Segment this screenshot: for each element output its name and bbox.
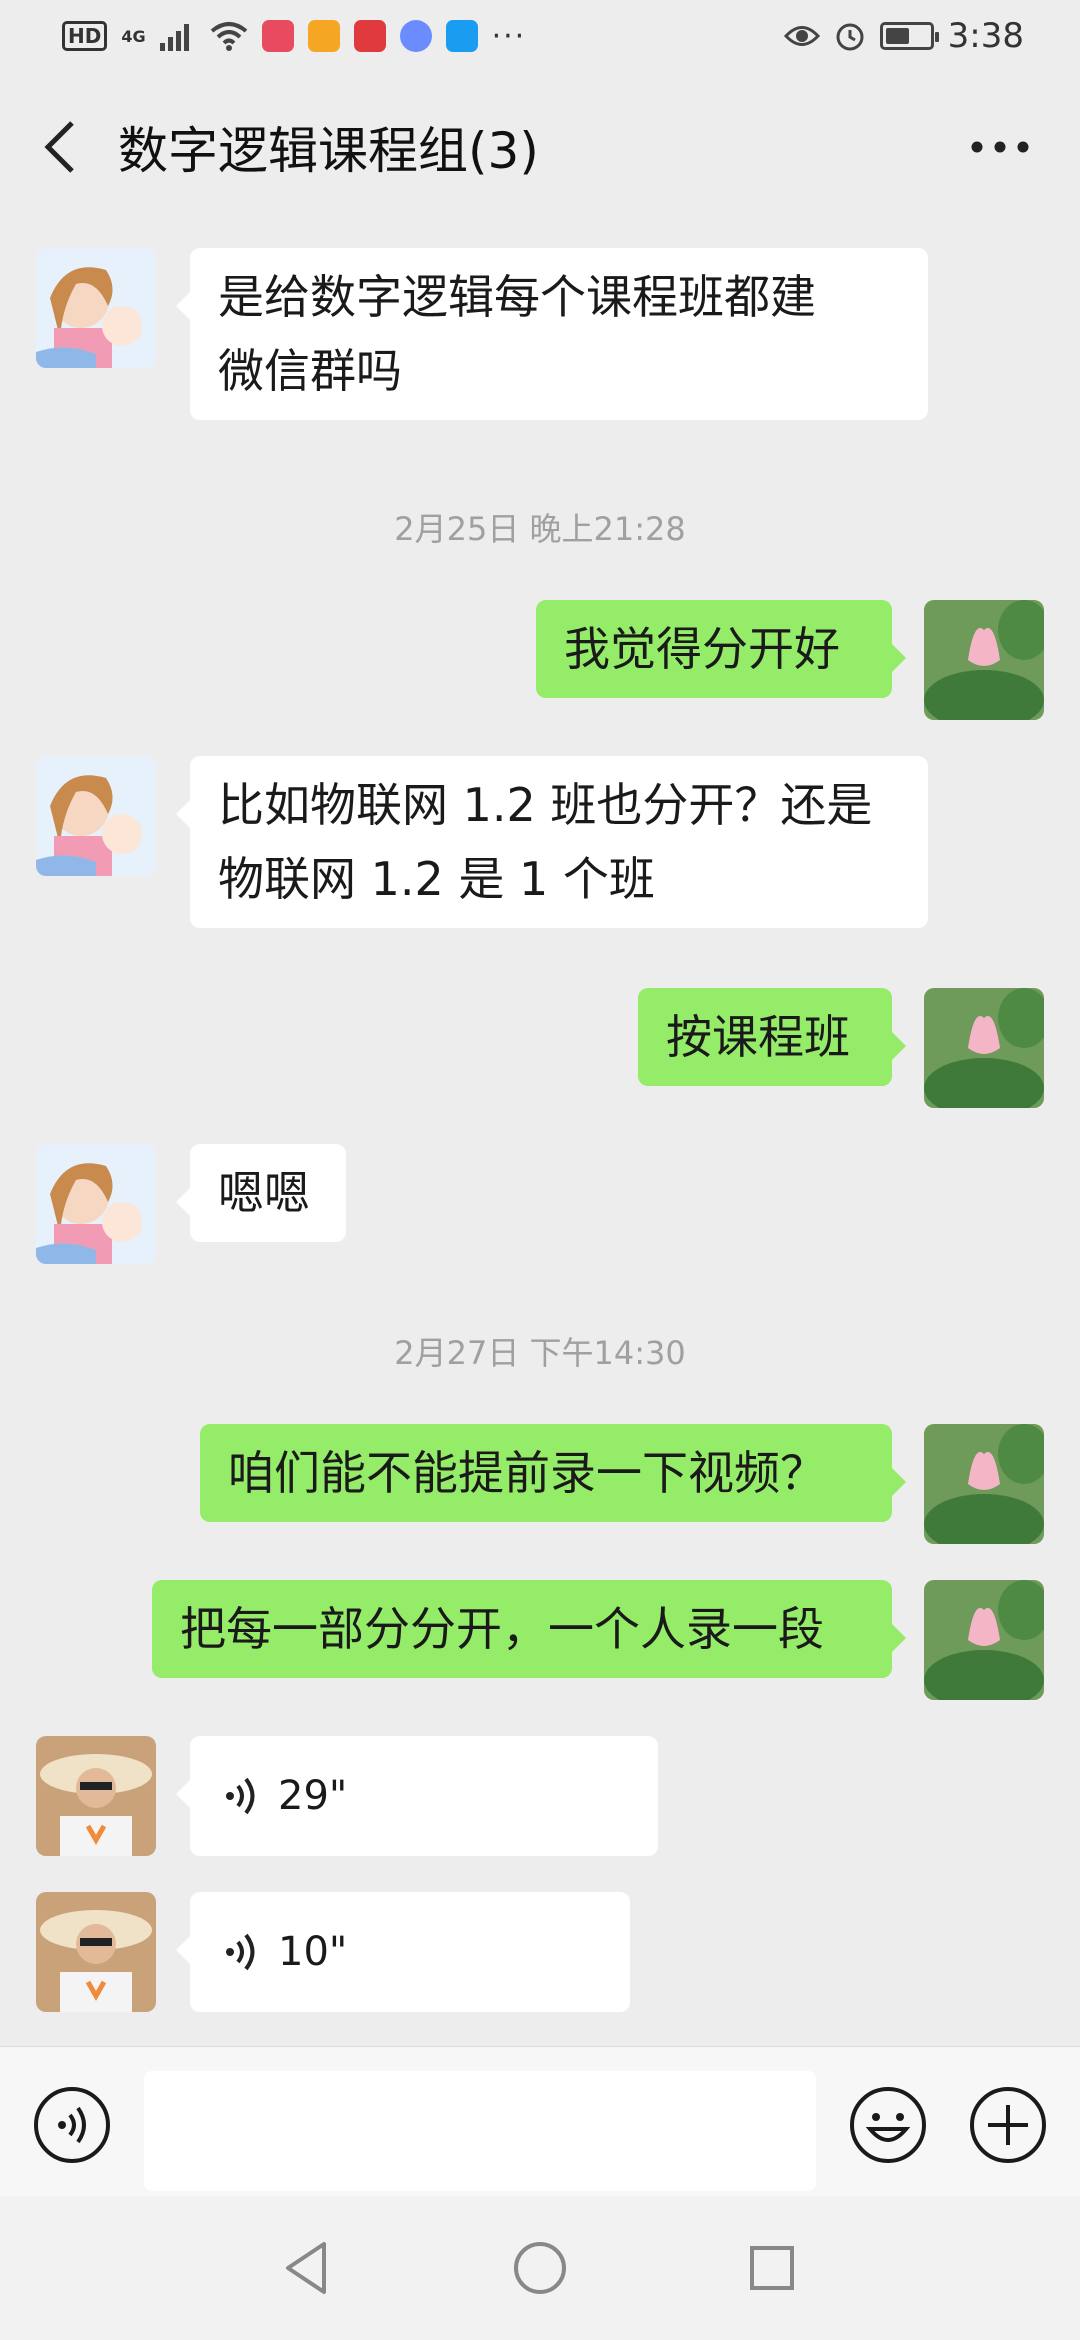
girl-cartoon-avatar[interactable] <box>36 1144 156 1264</box>
chat-header: 数字逻辑课程组(3) <box>0 72 1080 222</box>
girl-cartoon-avatar[interactable] <box>36 756 156 876</box>
message-line: 比如物联网 1.2 班也分开？还是 <box>218 778 873 832</box>
timestamp: 2月25日 晚上21:28 <box>394 510 686 548</box>
battery-level <box>885 28 909 44</box>
alarm-icon <box>836 23 864 51</box>
message-bubble[interactable]: 嗯嗯 <box>176 1144 346 1242</box>
message-line: 是给数字逻辑每个课程班都建 <box>218 270 816 324</box>
chevron-left-icon[interactable] <box>20 107 100 187</box>
timestamp: 2月27日 下午14:30 <box>394 1334 686 1372</box>
eye-icon <box>783 26 820 46</box>
message-line: 我觉得分开好 <box>564 622 840 676</box>
more-notifications: ··· <box>491 18 527 54</box>
voice-input-icon[interactable] <box>32 2085 112 2165</box>
voice-wave-icon <box>218 1930 262 1974</box>
hd-indicator: HD <box>62 21 108 51</box>
status-bar: HD 4G ··· 3:38 <box>0 0 1080 72</box>
voice-message-bubble[interactable]: 29" <box>176 1736 658 1856</box>
system-nav-bar <box>0 2196 1080 2340</box>
dingtalk-icon <box>445 20 478 52</box>
calendar-app-icon <box>261 20 294 52</box>
woman-hat-avatar[interactable] <box>36 1736 156 1856</box>
clock: 3:38 <box>947 16 1024 56</box>
message-list[interactable]: 是给数字逻辑每个课程班都建 微信群吗 2月25日 晚上21:28 我觉得分开好 … <box>0 222 1080 2046</box>
lotus-avatar[interactable] <box>924 600 1044 720</box>
message-bubble[interactable]: 把每一部分分开，一个人录一段 <box>152 1580 906 1678</box>
voice-message-bubble[interactable]: 10" <box>176 1892 630 2012</box>
voice-wave-icon <box>218 1774 262 1818</box>
lotus-avatar[interactable] <box>924 1580 1044 1700</box>
message-bubble[interactable]: 咱们能不能提前录一下视频？ <box>200 1424 906 1522</box>
emoji-icon[interactable] <box>848 2085 928 2165</box>
music-app-icon <box>399 20 432 52</box>
battery-icon <box>879 22 939 50</box>
nav-back-icon[interactable] <box>276 2236 340 2300</box>
nav-home-icon[interactable] <box>508 2236 572 2300</box>
woman-hat-avatar[interactable] <box>36 1892 156 2012</box>
status-right: 3:38 <box>783 16 1024 56</box>
message-bubble[interactable]: 按课程班 <box>638 988 906 1086</box>
voice-duration: 29" <box>278 1773 348 1819</box>
voice-duration: 10" <box>278 1929 348 1975</box>
chat-title: 数字逻辑课程组(3) <box>118 122 539 180</box>
message-line: 把每一部分分开，一个人录一段 <box>180 1602 824 1656</box>
nav-recent-icon[interactable] <box>740 2236 804 2300</box>
message-bubble[interactable]: 我觉得分开好 <box>536 600 906 698</box>
message-line: 按课程班 <box>666 1010 850 1064</box>
input-bar <box>0 2046 1080 2196</box>
plus-icon[interactable] <box>968 2085 1048 2165</box>
lotus-avatar[interactable] <box>924 1424 1044 1544</box>
message-line: 咱们能不能提前录一下视频？ <box>228 1446 826 1500</box>
message-line: 嗯嗯 <box>218 1166 310 1220</box>
lotus-avatar[interactable] <box>924 988 1044 1108</box>
wifi-icon <box>210 22 247 51</box>
book-app-icon <box>353 20 386 52</box>
message-line: 微信群吗 <box>218 344 402 398</box>
signal-icon <box>159 24 189 51</box>
more-dots-icon[interactable] <box>960 117 1040 177</box>
message-input[interactable] <box>144 2071 816 2191</box>
girl-cartoon-avatar[interactable] <box>36 248 156 368</box>
status-left: HD 4G ··· <box>62 19 526 54</box>
message-bubble[interactable]: 是给数字逻辑每个课程班都建 微信群吗 <box>176 248 928 420</box>
uc-browser-icon <box>307 20 340 52</box>
network-indicator: 4G <box>121 26 146 46</box>
message-bubble[interactable]: 比如物联网 1.2 班也分开？还是 物联网 1.2 是 1 个班 <box>176 756 928 928</box>
message-line: 物联网 1.2 是 1 个班 <box>218 852 655 906</box>
